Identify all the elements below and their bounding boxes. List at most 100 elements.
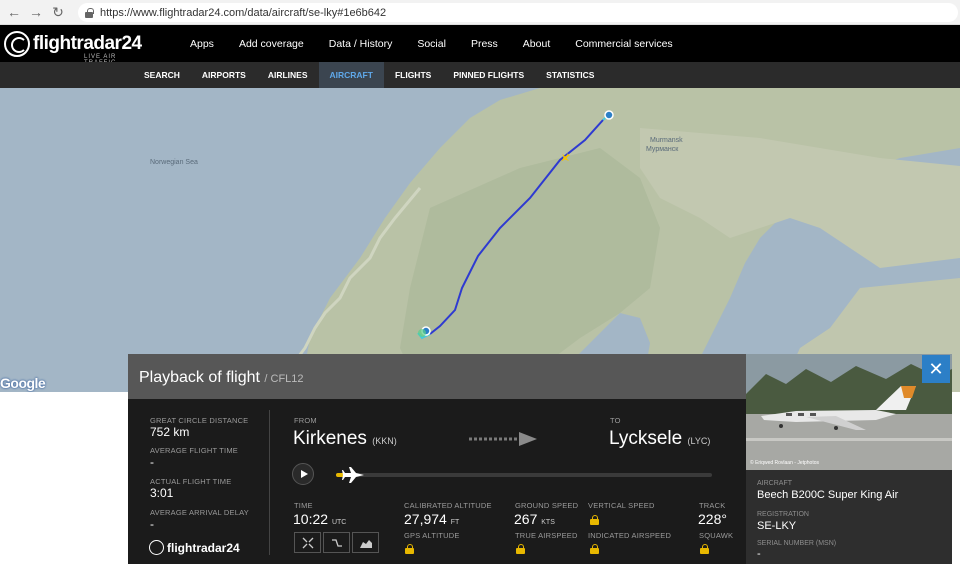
radar-logo-icon bbox=[4, 30, 30, 57]
registration-label: REGISTRATION bbox=[757, 511, 809, 518]
gcd-value: 752 km bbox=[150, 425, 190, 439]
aircraft-panel: © Eriqwed Rovlaan - Jetphotos AIRCRAFT B… bbox=[746, 354, 952, 564]
serial-number-value: - bbox=[757, 548, 761, 560]
calibrated-altitude-value: 27,974 FT bbox=[404, 511, 459, 527]
google-logo: Google bbox=[0, 375, 46, 391]
ground-speed-text: 267 bbox=[514, 511, 538, 527]
toggle-3d-view-button[interactable] bbox=[294, 532, 321, 553]
actual-flight-time-value: 3:01 bbox=[150, 486, 174, 500]
main-navigation: flightradar24 LIVE AIR TRAFFIC Apps Add … bbox=[0, 25, 960, 66]
calibrated-altitude-unit: FT bbox=[450, 519, 460, 526]
to-city-name: Lycksele bbox=[609, 428, 683, 449]
to-city: Lycksele (LYC) bbox=[609, 428, 710, 450]
browser-toolbar: ← → ↻ https://www.flightradar24.com/data… bbox=[0, 0, 960, 25]
true-airspeed-label: TRUE AIRSPEED bbox=[515, 531, 578, 540]
gps-altitude-label: GPS ALTITUDE bbox=[404, 531, 460, 540]
panel-footer-logo: flightradar24 bbox=[149, 540, 240, 555]
indicated-airspeed-lock-icon bbox=[590, 544, 599, 554]
from-city: Kirkenes (KKN) bbox=[293, 428, 397, 450]
footer-logo-text: flightradar24 bbox=[167, 540, 240, 555]
footer-radar-icon bbox=[149, 540, 164, 555]
nav-about[interactable]: About bbox=[523, 38, 550, 50]
indicated-airspeed-label: INDICATED AIRSPEED bbox=[588, 531, 672, 540]
route-view-button[interactable] bbox=[323, 532, 350, 553]
photo-credit: © Eriqwed Rovlaan - Jetphotos bbox=[750, 460, 819, 466]
altitude-graph-button[interactable] bbox=[352, 532, 379, 553]
track-label: TRACK bbox=[699, 501, 726, 510]
map-label-murmansk-ru: Мурманск bbox=[646, 146, 679, 153]
subnav-airlines[interactable]: AIRLINES bbox=[257, 62, 319, 88]
subnav-pinned-flights[interactable]: PINNED FLIGHTS bbox=[442, 62, 535, 88]
nav-data-history[interactable]: Data / History bbox=[329, 38, 393, 50]
subnav-statistics[interactable]: STATISTICS bbox=[535, 62, 605, 88]
route-icon bbox=[331, 538, 342, 547]
calibrated-altitude-text: 27,974 bbox=[404, 511, 447, 527]
url-text: https://www.flightradar24.com/data/aircr… bbox=[100, 6, 387, 19]
nav-add-coverage[interactable]: Add coverage bbox=[239, 38, 304, 50]
playback-header: Playback of flight / CFL12 bbox=[128, 354, 746, 399]
avg-flight-time-label: AVERAGE FLIGHT TIME bbox=[150, 446, 238, 455]
from-city-code: (KKN) bbox=[372, 436, 397, 446]
avg-arrival-delay-value: - bbox=[150, 517, 154, 531]
timeline-plane-icon[interactable] bbox=[342, 466, 366, 484]
origin-pin bbox=[604, 110, 614, 120]
vertical-speed-lock-icon bbox=[590, 515, 599, 525]
playback-title-text: Playback of flight bbox=[139, 369, 260, 386]
route-arrow-icon bbox=[469, 432, 537, 446]
time-value-text: 10:22 bbox=[293, 511, 329, 527]
vertical-speed-label: VERTICAL SPEED bbox=[588, 501, 655, 510]
true-airspeed-lock-icon bbox=[516, 544, 525, 554]
squawk-lock-icon bbox=[700, 544, 709, 554]
playback-timeline[interactable] bbox=[336, 473, 712, 477]
nav-press[interactable]: Press bbox=[471, 38, 498, 50]
ground-speed-unit: KTS bbox=[541, 519, 555, 526]
forward-button[interactable]: → bbox=[25, 1, 47, 23]
time-value: 10:22 UTC bbox=[293, 511, 346, 527]
ground-speed-label: GROUND SPEED bbox=[515, 501, 579, 510]
reload-button[interactable]: ↻ bbox=[47, 1, 69, 23]
play-icon bbox=[300, 470, 308, 478]
playback-title: Playback of flight / CFL12 bbox=[139, 369, 304, 387]
time-label: TIME bbox=[294, 501, 313, 510]
sub-navigation: SEARCH AIRPORTS AIRLINES AIRCRAFT FLIGHT… bbox=[0, 62, 960, 88]
flight-map[interactable]: Norwegian Sea Murmansk Мурманск bbox=[0, 88, 960, 392]
actual-flight-time-label: ACTUAL FLIGHT TIME bbox=[150, 477, 232, 486]
expand-icon bbox=[302, 537, 313, 548]
nav-social[interactable]: Social bbox=[417, 38, 446, 50]
aircraft-type-value: Beech B200C Super King Air bbox=[757, 489, 899, 501]
lock-icon bbox=[84, 7, 94, 18]
map-label-murmansk: Murmansk bbox=[650, 137, 683, 144]
squawk-label: SQUAWK bbox=[699, 531, 734, 540]
registration-value: SE-LKY bbox=[757, 520, 797, 532]
logo-text: flightradar24 bbox=[33, 32, 142, 54]
avg-flight-time-value: - bbox=[150, 455, 154, 469]
aircraft-type-label: AIRCRAFT bbox=[757, 480, 792, 487]
play-button[interactable] bbox=[292, 463, 314, 485]
from-label: FROM bbox=[294, 416, 317, 425]
graph-icon bbox=[359, 539, 372, 548]
close-button[interactable]: ✕ bbox=[922, 355, 950, 383]
to-label: TO bbox=[610, 416, 621, 425]
map-label-norwegian-sea: Norwegian Sea bbox=[150, 159, 198, 166]
from-city-name: Kirkenes bbox=[293, 428, 367, 449]
gcd-label: GREAT CIRCLE DISTANCE bbox=[150, 416, 249, 425]
time-unit: UTC bbox=[331, 519, 347, 526]
flight-number: / CFL12 bbox=[264, 373, 304, 385]
subnav-search[interactable]: SEARCH bbox=[133, 62, 191, 88]
subnav-airports[interactable]: AIRPORTS bbox=[191, 62, 257, 88]
address-bar[interactable]: https://www.flightradar24.com/data/aircr… bbox=[78, 3, 958, 22]
logo[interactable]: flightradar24 LIVE AIR TRAFFIC bbox=[4, 29, 142, 66]
nav-apps[interactable]: Apps bbox=[190, 38, 214, 50]
close-icon: ✕ bbox=[928, 358, 944, 379]
avg-arrival-delay-label: AVERAGE ARRIVAL DELAY bbox=[150, 508, 249, 517]
subnav-aircraft[interactable]: AIRCRAFT bbox=[318, 62, 384, 88]
stats-divider bbox=[269, 410, 270, 555]
subnav-flights[interactable]: FLIGHTS bbox=[384, 62, 442, 88]
ground-speed-value: 267 KTS bbox=[514, 511, 555, 527]
gps-altitude-lock-icon bbox=[405, 544, 414, 554]
nav-commercial-services[interactable]: Commercial services bbox=[575, 38, 672, 50]
calibrated-altitude-label: CALIBRATED ALTITUDE bbox=[404, 501, 492, 510]
serial-number-label: SERIAL NUMBER (MSN) bbox=[757, 540, 837, 547]
back-button[interactable]: ← bbox=[3, 1, 25, 23]
map-svg bbox=[288, 88, 960, 392]
